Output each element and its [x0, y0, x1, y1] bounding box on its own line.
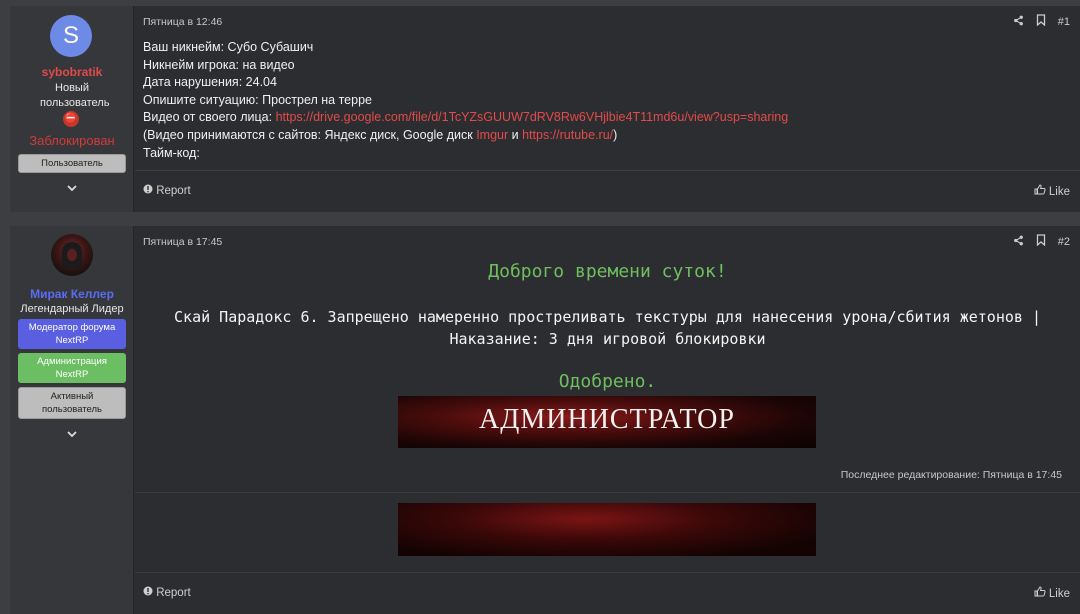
chevron-down-icon[interactable] [65, 427, 79, 441]
user-badge: Пользователь [18, 154, 126, 173]
badge-administration: Администрация NextRP [18, 353, 126, 383]
share-icon[interactable] [1013, 15, 1024, 29]
administrator-banner: АДМИНИСТРАТОР [398, 396, 816, 448]
username[interactable]: Мирак Келлер [10, 287, 134, 301]
line-timecode: Тайм-код: [143, 145, 200, 160]
username[interactable]: sybobratik [10, 65, 134, 79]
post-date[interactable]: Пятница в 17:45 [143, 236, 222, 248]
user-sidebar: Мирак Келлер Легендарный Лидер Модератор… [10, 226, 134, 614]
line-sites: (Видео принимаются с сайтов: Яндекс диск… [143, 127, 618, 142]
divider [135, 572, 1080, 573]
post-body: Ваш никнейм: Субо Субашич Никнейм игрока… [143, 39, 788, 162]
like-button[interactable]: Like [1034, 184, 1070, 198]
bookmark-icon[interactable] [1036, 234, 1046, 249]
post-number[interactable]: #2 [1058, 236, 1070, 248]
badge-forum-moderator: Модератор форума NextRP [18, 319, 126, 349]
banned-user-icon: ⛔ [63, 111, 79, 127]
report-button[interactable]: Report [143, 184, 191, 197]
rule-text: Скай Парадокс 6. Запрещено намеренно про… [174, 308, 1041, 348]
share-icon[interactable] [1013, 235, 1024, 249]
greeting-text: Доброго времени суток! [488, 261, 727, 282]
like-button[interactable]: Like [1034, 586, 1070, 600]
post-content: Пятница в 12:46 #1 Ваш никнейм: Субо Суб… [135, 6, 1080, 212]
chevron-down-icon[interactable] [65, 181, 79, 195]
user-sidebar: S sybobratik Новый пользователь ⛔ Заблок… [10, 6, 134, 212]
line-player: Никнейм игрока: на видео [143, 57, 295, 72]
post-2: Мирак Келлер Легендарный Лидер Модератор… [10, 226, 1080, 614]
post-1: S sybobratik Новый пользователь ⛔ Заблок… [10, 6, 1080, 212]
bookmark-icon[interactable] [1036, 14, 1046, 29]
thumbs-up-icon [1034, 184, 1046, 195]
report-icon [143, 586, 153, 596]
badge-active-user: Активный пользователь [18, 387, 126, 419]
divider [135, 492, 1080, 493]
video-link[interactable]: https://drive.google.com/file/d/1TcYZsGU… [276, 110, 789, 124]
divider [135, 170, 1080, 171]
post-tools: #2 [1013, 234, 1070, 249]
report-button[interactable]: Report [143, 586, 191, 599]
report-icon [143, 184, 153, 194]
user-title: Новый пользователь [40, 82, 110, 109]
post-tools: #1 [1013, 14, 1070, 29]
post-number[interactable]: #1 [1058, 16, 1070, 28]
line-video: Видео от своего лица: https://drive.goog… [143, 110, 789, 125]
banned-status: Заблокирован [29, 133, 115, 148]
last-edited[interactable]: Последнее редактирование: Пятница в 17:4… [841, 469, 1062, 481]
line-nickname: Ваш никнейм: Субо Субашич [143, 40, 314, 54]
rutube-link[interactable]: https://rutube.ru/ [522, 128, 613, 142]
banner-title: АДМИНИСТРАТОР [479, 404, 735, 435]
user-title: Легендарный Лидер [20, 303, 124, 315]
line-situation: Опишите ситуацию: Прострел на терре [143, 92, 372, 107]
avatar[interactable]: S [50, 15, 92, 57]
verdict-text: Одобрено. [558, 371, 657, 392]
signature-banner [398, 503, 816, 556]
imgur-link[interactable]: Imgur [476, 128, 508, 142]
line-date: Дата нарушения: 24.04 [143, 75, 277, 90]
post-date[interactable]: Пятница в 12:46 [143, 16, 222, 28]
post-content: Пятница в 17:45 #2 Доброго времени суток… [135, 226, 1080, 614]
thumbs-up-icon [1034, 586, 1046, 597]
avatar[interactable] [51, 234, 93, 276]
